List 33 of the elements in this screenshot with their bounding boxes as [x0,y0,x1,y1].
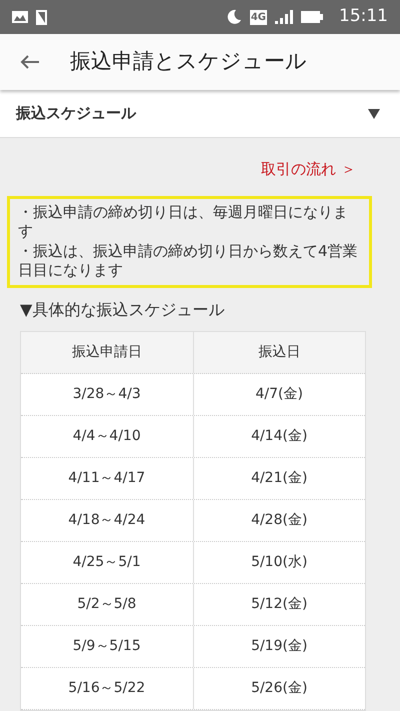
schedule-heading: ▼具体的な振込スケジュール [20,298,226,320]
table-cell: 4/28(金) [192,500,365,540]
moon-icon [226,9,242,25]
table-cell: 4/14(金) [192,416,365,456]
back-icon[interactable] [20,54,40,70]
table-cell: 5/26(金) [192,668,365,708]
flow-link[interactable]: 取引の流れ ＞ [261,158,356,180]
table-cell-text: 3/28～4/3 [72,384,142,404]
gallery-icon [12,11,28,23]
table-cell: 4/21(金) [192,458,365,498]
table-cell-text: 4/11～4/17 [67,468,146,488]
table-cell: 4/7(金) [192,374,365,414]
page-title: 振込申請とスケジュール [70,48,307,76]
column-header: 振込日 [192,332,365,372]
notice-line: ・振込は、振込申請の締め切り日から数えて4営業日目になります [18,242,359,280]
table-cell: 5/19(金) [192,626,365,666]
table-cell-text: 4/18～4/24 [67,510,146,530]
table-cell-text: 5/2～5/8 [76,594,138,614]
column-header: 振込申請日 [70,342,143,362]
table-cell-text: 5/9～5/15 [72,636,142,656]
table-cell-text: 5/16～5/22 [67,678,146,698]
table-cell: 5/12(金) [192,584,365,624]
status-time: 15:11 [339,5,388,28]
signal-icon [275,10,293,24]
network-label: 4G [250,10,267,24]
battery-icon [301,11,323,23]
table-cell-text: 4/4～4/10 [72,426,142,446]
table-cell: 5/10(水) [192,542,365,582]
caret-icon[interactable] [368,108,380,118]
section-title[interactable]: 振込スケジュール [16,102,136,125]
phone-icon [36,10,47,24]
notice-line: ・振込申請の締め切り日は、毎週月曜日になります [18,202,349,242]
table-cell-text: 4/25～5/1 [72,552,142,572]
